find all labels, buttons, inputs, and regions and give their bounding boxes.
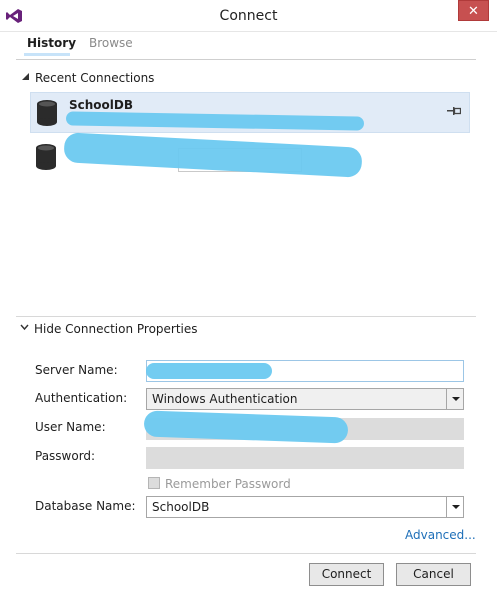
database-name-select[interactable]: SchoolDB xyxy=(146,496,464,518)
remember-password-label: Remember Password xyxy=(165,477,291,491)
chevron-down-icon xyxy=(452,397,460,401)
database-icon xyxy=(36,144,56,170)
password-label: Password: xyxy=(35,449,96,463)
chevron-down-icon[interactable] xyxy=(20,324,29,331)
password-input[interactable] xyxy=(146,447,464,469)
database-name-value: SchoolDB xyxy=(152,500,210,514)
recent-connections-heading: Recent Connections xyxy=(35,71,155,85)
tab-history[interactable]: History xyxy=(27,36,76,50)
cancel-button[interactable]: Cancel xyxy=(396,563,471,586)
title-bar: Connect ✕ xyxy=(0,0,497,32)
collapse-triangle-icon[interactable] xyxy=(22,73,29,80)
authentication-value: Windows Authentication xyxy=(152,392,298,406)
database-icon xyxy=(37,100,57,126)
connect-button[interactable]: Connect xyxy=(309,563,384,586)
window-title: Connect xyxy=(219,8,278,24)
tabs-divider xyxy=(16,59,476,60)
close-button[interactable]: ✕ xyxy=(458,0,489,21)
footer-divider xyxy=(16,553,476,554)
dropdown-button[interactable] xyxy=(446,389,463,409)
active-tab-indicator xyxy=(24,53,70,56)
advanced-link[interactable]: Advanced... xyxy=(405,528,476,542)
server-name-label: Server Name: xyxy=(35,363,118,377)
redaction-mark xyxy=(146,363,272,379)
connection-name: SchoolDB xyxy=(69,98,134,112)
section-divider xyxy=(16,316,476,317)
chevron-down-icon xyxy=(452,505,460,509)
user-name-label: User Name: xyxy=(35,420,106,434)
database-name-label: Database Name: xyxy=(35,499,136,513)
dropdown-button[interactable] xyxy=(446,497,463,517)
authentication-select[interactable]: Windows Authentication xyxy=(146,388,464,410)
authentication-label: Authentication: xyxy=(35,391,128,405)
remember-password-checkbox[interactable] xyxy=(148,477,160,489)
pin-icon[interactable] xyxy=(447,106,461,116)
hide-properties-toggle[interactable]: Hide Connection Properties xyxy=(34,322,198,336)
tab-browse[interactable]: Browse xyxy=(89,36,133,50)
